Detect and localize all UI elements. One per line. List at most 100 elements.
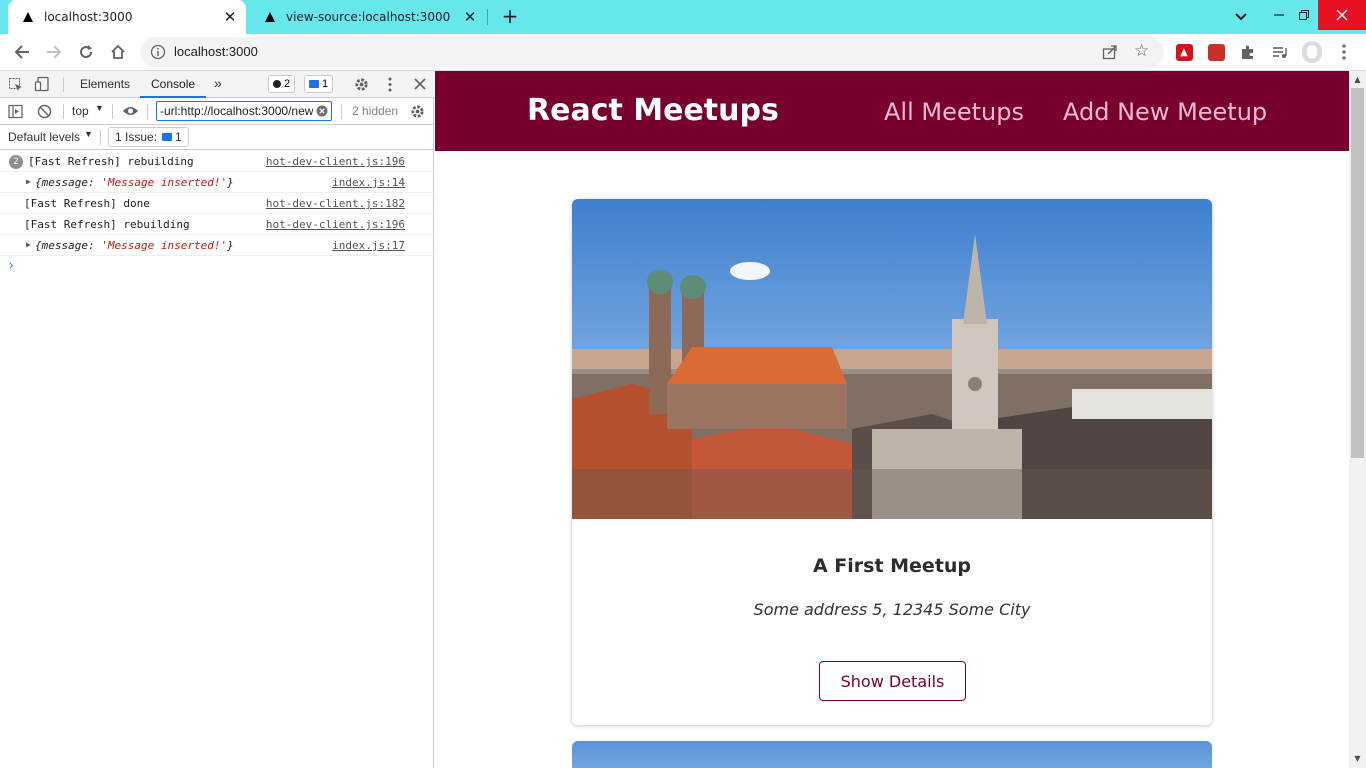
console-levels-bar: Default levels ▼ 1 Issue: 1 [0, 125, 434, 150]
puzzle-icon[interactable] [1238, 42, 1258, 62]
scroll-up-icon[interactable]: ▲ [1353, 75, 1362, 84]
address-text: localhost:3000 [174, 44, 258, 59]
close-tab-icon[interactable]: ✕ [222, 9, 238, 25]
object-value: 'Message inserted!' [101, 176, 228, 189]
close-window-icon[interactable] [1318, 0, 1366, 30]
tab-console[interactable]: Console [140, 71, 206, 98]
issues-button[interactable]: 1 Issue: 1 [108, 127, 189, 147]
nav-add-new-meetup[interactable]: Add New Meetup [1063, 98, 1267, 126]
object-key: {message: [35, 176, 102, 189]
object-key: {message: [35, 239, 102, 252]
share-icon[interactable] [1102, 44, 1118, 60]
vercel-triangle-icon [23, 12, 33, 22]
app-header: React Meetups All Meetups Add New Meetup [435, 71, 1349, 151]
error-badge[interactable]: 2 [268, 75, 296, 93]
log-message: [Fast Refresh] rebuilding [24, 218, 190, 231]
divider [100, 130, 101, 145]
back-arrow-icon[interactable] [12, 42, 32, 62]
console-log-row: ▶ {message: 'Message inserted!'} index.j… [0, 172, 434, 193]
log-message: [Fast Refresh] done [24, 197, 150, 210]
tab-title: localhost:3000 [44, 10, 133, 24]
hidden-count: 2 hidden [352, 104, 399, 118]
log-source-link[interactable]: hot-dev-client.js:182 [266, 197, 405, 210]
log-source-link[interactable]: index.js:17 [332, 239, 405, 252]
close-tab-icon[interactable]: ✕ [462, 9, 478, 25]
scroll-thumb[interactable] [1351, 88, 1364, 458]
chevron-down-icon[interactable] [1232, 8, 1250, 26]
reload-icon[interactable] [76, 42, 96, 62]
vercel-triangle-icon [265, 12, 275, 22]
pdf-extension-icon[interactable]: ▲ [1174, 42, 1194, 62]
meetup-card: A First Meetup Some address 5, 12345 Som… [572, 199, 1212, 725]
show-details-button[interactable]: Show Details [819, 661, 966, 701]
object-value: 'Message inserted!' [101, 239, 228, 252]
object-brace: } [227, 239, 234, 252]
issues-count: 1 [175, 130, 182, 144]
media-queue-icon[interactable] [1270, 42, 1290, 62]
console-prompt[interactable]: › [9, 257, 13, 272]
close-icon[interactable] [414, 78, 426, 90]
nav-all-meetups[interactable]: All Meetups [884, 98, 1024, 126]
expand-triangle-icon[interactable]: ▶ [26, 177, 31, 186]
home-icon[interactable] [108, 42, 128, 62]
tab-elements[interactable]: Elements [80, 77, 130, 91]
page-viewport: React Meetups All Meetups Add New Meetup [435, 71, 1349, 768]
context-select[interactable]: top [72, 104, 89, 118]
plus-icon[interactable]: + [499, 5, 521, 27]
info-icon[interactable] [150, 44, 166, 60]
page-scrollbar[interactable]: ▲ ▼ [1349, 71, 1366, 768]
gear-icon[interactable] [410, 104, 425, 119]
error-count: 2 [284, 78, 291, 90]
meetup-address: Some address 5, 12345 Some City [753, 600, 1031, 619]
repeat-count: 2 [9, 155, 23, 169]
app-logo: React Meetups [527, 93, 779, 128]
log-source-link[interactable]: hot-dev-client.js:196 [266, 218, 405, 231]
message-count: 1 [322, 78, 329, 90]
address-bar[interactable]: localhost:3000 ☆ [140, 37, 1164, 67]
clear-filter-icon[interactable] [316, 105, 328, 117]
divider [341, 104, 342, 119]
meetup-image [572, 199, 1212, 519]
expand-triangle-icon[interactable]: ▶ [26, 240, 31, 249]
gear-icon[interactable] [354, 77, 369, 92]
profile-avatar[interactable] [1302, 41, 1322, 63]
tab-view-source[interactable]: view-source:localhost:3000 ✕ [250, 0, 486, 34]
message-icon [162, 133, 173, 141]
log-object[interactable]: {message: 'Message inserted!'} [35, 239, 234, 252]
chevron-down-icon[interactable]: ▼ [95, 103, 104, 113]
clear-console-icon[interactable] [37, 104, 52, 119]
console-log-row: [Fast Refresh] rebuilding hot-dev-client… [0, 214, 434, 235]
divider [63, 104, 64, 119]
console-log-row: 2 [Fast Refresh] rebuilding hot-dev-clie… [0, 151, 434, 172]
kebab-menu-icon[interactable] [388, 77, 392, 92]
object-brace: } [227, 176, 234, 189]
extension-red-icon[interactable] [1206, 42, 1226, 62]
log-source-link[interactable]: index.js:14 [332, 176, 405, 189]
more-tabs-icon[interactable]: » [214, 75, 222, 91]
message-icon [309, 80, 319, 88]
sidebar-toggle-icon[interactable] [8, 104, 23, 119]
chevron-down-icon[interactable]: ▼ [84, 129, 93, 139]
divider [147, 104, 148, 119]
tab-localhost[interactable]: localhost:3000 ✕ [8, 0, 246, 34]
log-levels-select[interactable]: Default levels [8, 130, 80, 144]
inspect-element-icon[interactable] [8, 77, 24, 93]
bookmark-star-icon[interactable]: ☆ [1134, 42, 1152, 60]
device-toolbar-icon[interactable] [34, 76, 50, 92]
forward-arrow-icon[interactable] [44, 42, 64, 62]
log-object[interactable]: {message: 'Message inserted!'} [35, 176, 234, 189]
meetup-card-next[interactable] [572, 741, 1212, 768]
tab-title: view-source:localhost:3000 [286, 10, 451, 24]
log-source-link[interactable]: hot-dev-client.js:196 [266, 155, 405, 168]
tab-separator [487, 9, 488, 25]
devtools-tabbar: Elements Console » 2 1 [0, 71, 434, 98]
kebab-menu-icon[interactable] [1334, 42, 1354, 62]
meetup-title: A First Meetup [812, 555, 972, 577]
issues-label: 1 Issue: [115, 130, 158, 144]
console-log-row: [Fast Refresh] done hot-dev-client.js:18… [0, 193, 434, 214]
message-badge[interactable]: 1 [304, 75, 334, 93]
console-log-row: ▶ {message: 'Message inserted!'} index.j… [0, 235, 434, 256]
scroll-down-icon[interactable]: ▼ [1353, 754, 1362, 763]
eye-icon[interactable] [122, 105, 139, 117]
console-filter-input[interactable] [156, 101, 332, 121]
